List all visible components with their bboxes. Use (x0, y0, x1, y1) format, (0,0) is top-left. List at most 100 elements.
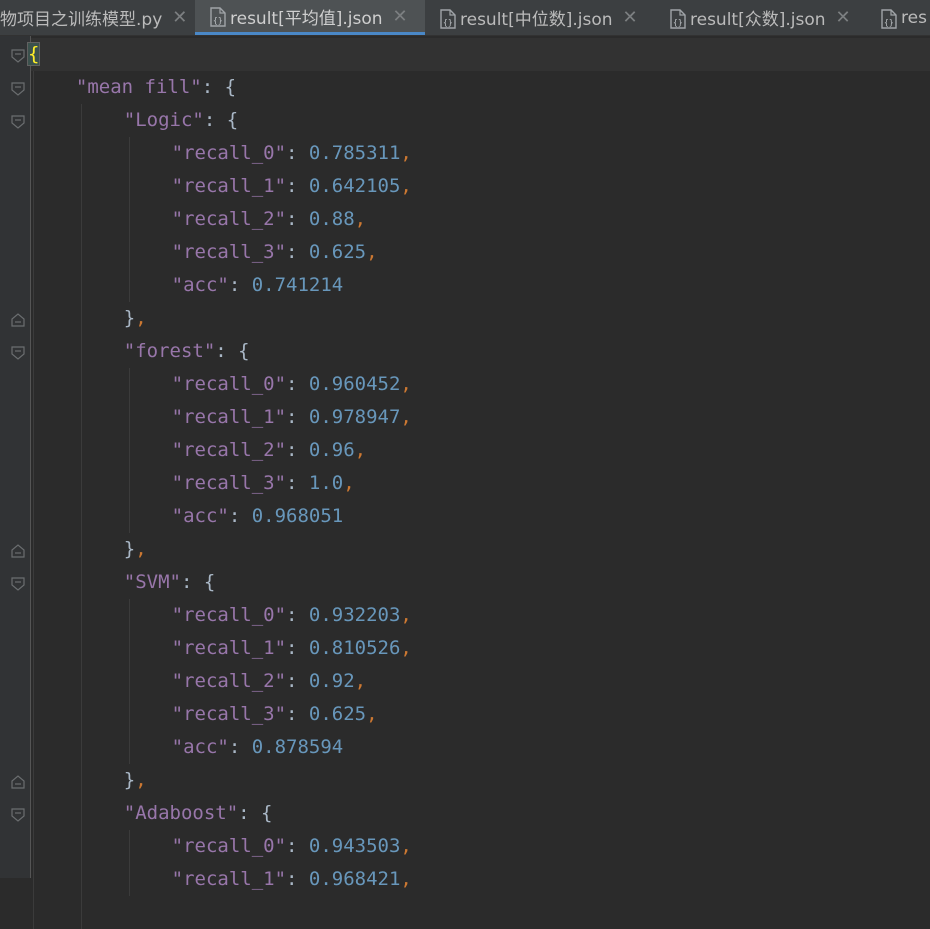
svg-text:{}: {} (443, 18, 453, 27)
code-line-metric: "recall_3": 1.0, (172, 467, 355, 500)
model-key: "SVM" (123, 571, 181, 593)
comma: , (135, 769, 147, 791)
comma: , (400, 835, 412, 857)
fold-open-icon[interactable] (11, 81, 25, 96)
tab-label: result[平均值].json (230, 8, 383, 29)
fold-open-icon[interactable] (11, 48, 25, 63)
metric-value: 0.625 (308, 241, 367, 263)
code-line-metric: "recall_0": 0.785311, (172, 137, 412, 170)
metric-key: "recall_0" (171, 373, 287, 395)
comma: , (400, 373, 412, 395)
fold-close-icon[interactable] (11, 543, 25, 558)
indent-guide (80, 104, 82, 929)
code-line-metric: "recall_0": 0.960452, (172, 368, 412, 401)
tab-label: result[众数].json (690, 10, 826, 30)
close-brace: } (123, 769, 136, 791)
metric-key: "recall_2" (171, 439, 287, 461)
tab-4[interactable]: {} result[众数].json ✕ (655, 0, 866, 35)
metric-value: 0.878594 (251, 736, 344, 758)
open-brace: { (224, 76, 237, 98)
metric-value: 0.96 (308, 439, 355, 461)
comma: , (400, 604, 412, 626)
colon: : (286, 241, 309, 263)
code-line-metric: "recall_1": 0.968421, (172, 863, 412, 896)
code-line-metric: "recall_2": 0.96, (172, 434, 367, 467)
metric-key: "recall_0" (171, 604, 287, 626)
close-tab-icon[interactable]: ✕ (393, 6, 408, 27)
code-line-model: "forest": { (124, 335, 250, 368)
fold-open-icon[interactable] (11, 576, 25, 591)
json-key: "mean fill" (75, 76, 202, 98)
code-editor[interactable]: {"mean fill": {"Logic": {"recall_0": 0.7… (0, 36, 930, 929)
metric-value: 0.968421 (308, 868, 401, 890)
editor-tab-bar: 物项目之训练模型.py ✕ {} result[平均值].json ✕ {} result[… (0, 0, 930, 36)
fold-open-icon[interactable] (11, 345, 25, 360)
close-tab-icon[interactable]: ✕ (836, 7, 851, 28)
metric-value: 0.741214 (251, 274, 344, 296)
metric-key: "recall_1" (171, 406, 287, 428)
close-brace: } (123, 307, 136, 329)
metric-key: "recall_0" (171, 142, 287, 164)
fold-open-icon[interactable] (11, 807, 25, 822)
comma: , (366, 241, 378, 263)
comma: , (366, 703, 378, 725)
current-line-highlight (31, 38, 930, 71)
comma: , (135, 538, 147, 560)
colon: : (203, 109, 227, 131)
tab-1[interactable]: 物项目之训练模型.py ✕ (0, 0, 195, 35)
svg-text:{}: {} (673, 18, 683, 27)
tab-label: res (901, 7, 927, 28)
metric-value: 0.642105 (308, 175, 401, 197)
comma: , (400, 175, 412, 197)
model-key: "Logic" (123, 109, 204, 131)
code-line-metric: "recall_1": 0.810526, (172, 632, 412, 665)
code-line-mean-fill: "mean fill": { (76, 71, 236, 104)
colon: : (286, 868, 309, 890)
tab-5[interactable]: {} res (866, 0, 930, 35)
colon: : (286, 406, 309, 428)
close-tab-icon[interactable]: ✕ (172, 7, 187, 28)
code-line-metric: "recall_3": 0.625, (172, 698, 378, 731)
metric-value: 0.625 (308, 703, 367, 725)
colon: : (286, 439, 309, 461)
colon: : (228, 274, 252, 296)
code-line-model: "Logic": { (124, 104, 238, 137)
metric-value: 0.785311 (308, 142, 401, 164)
code-line-metric: "recall_0": 0.943503, (172, 830, 412, 863)
json-file-icon: {} (209, 7, 226, 27)
code-line-metric: "recall_3": 0.625, (172, 236, 378, 269)
fold-open-icon[interactable] (11, 114, 25, 129)
model-key: "Adaboost" (123, 802, 239, 824)
tab-2[interactable]: {} result[平均值].json ✕ (195, 0, 425, 35)
close-tab-icon[interactable]: ✕ (623, 7, 638, 28)
metric-key: "recall_3" (171, 241, 287, 263)
code-line-close: }, (124, 302, 147, 335)
tab-3[interactable]: {} result[中位数].json ✕ (425, 0, 655, 35)
comma: , (343, 472, 355, 494)
indent-guide (128, 137, 130, 302)
fold-close-icon[interactable] (11, 774, 25, 789)
colon: : (180, 571, 204, 593)
code-line-model: "SVM": { (124, 566, 216, 599)
json-file-icon: {} (880, 8, 897, 29)
indent-guide (128, 599, 130, 764)
code-line-model: "Adaboost": { (124, 797, 273, 830)
indent-guide (33, 71, 34, 929)
comma: , (400, 868, 412, 890)
fold-close-icon[interactable] (11, 312, 25, 327)
svg-text:{}: {} (884, 18, 894, 27)
code-line-metric: "recall_1": 0.978947, (172, 401, 412, 434)
metric-key: "recall_2" (171, 670, 287, 692)
colon: : (286, 373, 309, 395)
code-line-close: }, (124, 764, 147, 797)
colon: : (228, 736, 252, 758)
editor-gutter (0, 36, 31, 878)
indent-guide (128, 368, 130, 533)
metric-key: "recall_1" (171, 637, 287, 659)
metric-value: 0.932203 (308, 604, 401, 626)
metric-key: "recall_1" (171, 868, 287, 890)
code-line-metric: "acc": 0.968051 (172, 500, 344, 533)
code-line-metric: "recall_0": 0.932203, (172, 599, 412, 632)
metric-value: 0.960452 (308, 373, 401, 395)
colon: : (286, 637, 309, 659)
